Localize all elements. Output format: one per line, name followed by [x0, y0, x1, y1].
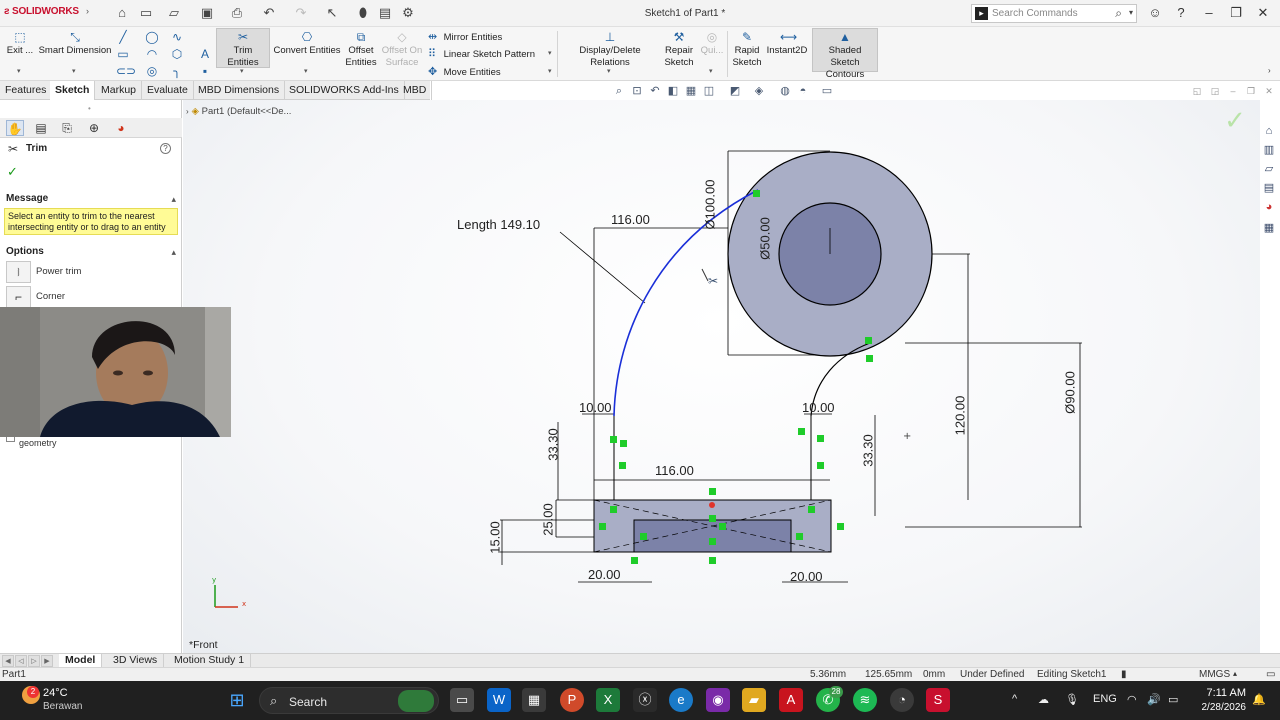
- last-tab-arrow-icon[interactable]: ▶: [41, 655, 53, 667]
- word-icon[interactable]: W: [487, 688, 511, 712]
- reference-triad: x y: [212, 576, 246, 608]
- xbox-icon[interactable]: ⓧ: [633, 688, 657, 712]
- volume-icon[interactable]: 🔊: [1147, 693, 1161, 706]
- bottom-tabs: ◀ ◁ ▷ ▶ Model 3D Views Motion Study 1: [0, 653, 1280, 668]
- relation-marker: [865, 337, 872, 344]
- solidworks-taskbar-icon[interactable]: S: [926, 688, 950, 712]
- relation-marker: [709, 488, 716, 495]
- edge-icon[interactable]: e: [669, 688, 693, 712]
- relation-marker: [866, 355, 873, 362]
- arc-length-readout: Length 149.10: [457, 217, 541, 232]
- search-highlight-icon: [398, 690, 434, 712]
- dimension-left-height[interactable]: 33.30: [546, 415, 561, 475]
- store-icon[interactable]: ▦: [522, 688, 546, 712]
- dimension-height-25[interactable]: 25.00: [541, 490, 556, 550]
- trim-cursor-icon: ✂: [701, 268, 718, 288]
- dimension-mid-width[interactable]: 116.00: [655, 463, 694, 478]
- dimension-outer-diameter[interactable]: Ø100.00: [703, 165, 718, 245]
- whatsapp-badge: 28: [829, 686, 843, 698]
- relation-marker: [610, 506, 617, 513]
- relation-marker: [719, 523, 726, 530]
- onedrive-icon[interactable]: ☁: [1038, 693, 1049, 706]
- relation-marker: [620, 440, 627, 447]
- microphone-icon[interactable]: 🎙: [1065, 693, 1079, 706]
- taskbar-search[interactable]: ⌕ Search: [259, 687, 439, 714]
- excel-icon[interactable]: X: [596, 688, 620, 712]
- powerpoint-icon[interactable]: P: [560, 688, 584, 712]
- presenter-video-frame: [0, 307, 231, 437]
- leader-line: [559, 231, 646, 304]
- windows-taskbar: 2 24°C Berawan ⊞ ⌕ Search ▭ W ▦ P X ⓧ e …: [0, 681, 1280, 720]
- tab-model[interactable]: Model: [59, 654, 103, 668]
- clock-date[interactable]: 2/28/2026: [1188, 702, 1247, 713]
- temperature[interactable]: 24°C: [43, 687, 68, 699]
- camera-app-icon[interactable]: ◉: [706, 688, 730, 712]
- dimension-left-offset[interactable]: 10.00: [579, 400, 612, 415]
- relation-marker: [610, 436, 617, 443]
- status-z-coordinate: 0mm: [923, 669, 946, 680]
- status-sketch-state: Under Defined: [960, 669, 1025, 680]
- notification-bell-icon[interactable]: 🔔: [1252, 693, 1266, 706]
- relation-marker: [640, 533, 647, 540]
- relation-marker: [837, 523, 844, 530]
- svg-text:✂: ✂: [708, 274, 718, 288]
- relation-marker: [808, 506, 815, 513]
- chevron-up-icon[interactable]: ▴: [1233, 669, 1237, 678]
- view-orientation-label: *Front: [189, 639, 218, 651]
- hidden-icons-chevron-icon[interactable]: ^: [1012, 693, 1017, 705]
- dimension-arc-diameter[interactable]: Ø90.00: [1063, 353, 1078, 433]
- status-bar: Part1 5.36mm 125.65mm 0mm Under Defined …: [0, 667, 1280, 681]
- relation-marker: [709, 515, 716, 522]
- relation-marker: [798, 428, 805, 435]
- language-indicator[interactable]: ENG: [1093, 693, 1117, 705]
- prev-tab-arrow-icon[interactable]: ◁: [15, 655, 27, 667]
- svg-text:x: x: [242, 600, 246, 608]
- dimension-height-120[interactable]: 120.00: [953, 381, 968, 451]
- dimension-height-15[interactable]: 15.00: [488, 508, 503, 568]
- first-tab-arrow-icon[interactable]: ◀: [2, 655, 14, 667]
- dimension-right-height[interactable]: 33.30: [861, 421, 876, 481]
- inner-rectangle[interactable]: [633, 519, 792, 553]
- tab-3d-views[interactable]: 3D Views: [107, 654, 165, 668]
- cursor-crosshair-icon: +: [903, 431, 911, 442]
- origin-point[interactable]: [709, 502, 715, 508]
- dimension-inner-diameter[interactable]: Ø50.00: [758, 204, 773, 274]
- dimension-right-offset[interactable]: 10.00: [802, 400, 835, 415]
- relation-marker: [753, 190, 760, 197]
- rebuild-status-icon[interactable]: ▮: [1121, 669, 1127, 680]
- relation-marker: [709, 557, 716, 564]
- dimension-bottom-left[interactable]: 20.00: [588, 567, 621, 582]
- relation-marker: [599, 523, 606, 530]
- windows-start-icon[interactable]: ⊞: [225, 688, 249, 712]
- relation-marker: [631, 557, 638, 564]
- clock-time[interactable]: 7:11 AM: [1194, 687, 1246, 699]
- obs-icon[interactable]: ◔: [890, 688, 914, 712]
- next-tab-arrow-icon[interactable]: ▷: [28, 655, 40, 667]
- dimension-top-width[interactable]: 116.00: [611, 212, 650, 227]
- customize-status-icon[interactable]: ▭: [1266, 669, 1275, 680]
- svg-text:y: y: [212, 576, 216, 584]
- webcam-overlay: [0, 307, 231, 437]
- relation-marker: [796, 533, 803, 540]
- search-icon: ⌕: [270, 693, 278, 708]
- relation-marker: [709, 538, 716, 545]
- relation-marker: [619, 462, 626, 469]
- relation-marker: [817, 462, 824, 469]
- spotify-icon[interactable]: ≋: [853, 688, 877, 712]
- weather-condition[interactable]: Berawan: [43, 701, 82, 712]
- task-view-icon[interactable]: ▭: [450, 688, 474, 712]
- relation-marker: [817, 435, 824, 442]
- weather-badge: 2: [27, 686, 39, 698]
- file-explorer-icon[interactable]: ▰: [742, 688, 766, 712]
- unit-system-selector[interactable]: MMGS: [1199, 669, 1230, 680]
- battery-icon[interactable]: ▭: [1168, 693, 1178, 706]
- dimension-bottom-right[interactable]: 20.00: [790, 569, 823, 584]
- status-y-coordinate: 125.65mm: [865, 669, 913, 680]
- acrobat-icon[interactable]: A: [779, 688, 803, 712]
- tab-motion-study-1[interactable]: Motion Study 1: [168, 654, 252, 668]
- status-document: Part1: [2, 669, 26, 680]
- status-x-coordinate: 5.36mm: [810, 669, 847, 680]
- wifi-icon[interactable]: ◠: [1127, 693, 1137, 706]
- status-editing: Editing Sketch1: [1037, 669, 1107, 680]
